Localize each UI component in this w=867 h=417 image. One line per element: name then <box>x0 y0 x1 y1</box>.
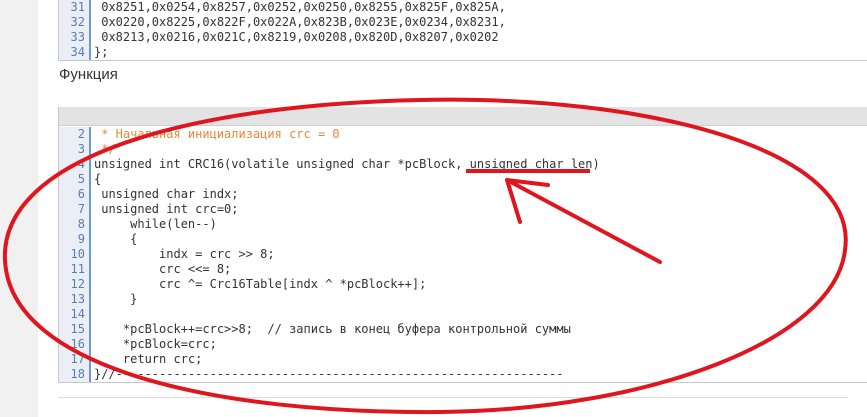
line-number: 3 <box>59 142 91 157</box>
code-line: 33 0x8213,0x0216,0x021C,0x8219,0x0208,0x… <box>59 30 867 45</box>
line-number: 15 <box>59 322 91 337</box>
line-number: 34 <box>59 45 91 60</box>
section-title: Функция <box>59 66 118 83</box>
code-line: 4 unsigned int CRC16(volatile unsigned ch… <box>59 157 867 172</box>
code-text: } <box>94 292 138 306</box>
code-line: 15 *pcBlock++=crc>>8; // запись в конец … <box>59 322 867 337</box>
code-text: }; <box>94 45 109 59</box>
code-line: 18}//-----------------------------------… <box>59 367 867 382</box>
code-line: 14 <box>59 307 867 322</box>
line-number: 32 <box>59 15 91 30</box>
line-number: 18 <box>59 367 91 382</box>
line-number: 12 <box>59 277 91 292</box>
code-line: 17 return crc; <box>59 352 867 367</box>
code-line: 6 unsigned char indx; <box>59 187 867 202</box>
code-text: crc <<= 8; <box>94 262 232 276</box>
code-line: 11 crc <<= 8; <box>59 262 867 277</box>
code-text: }//-------------------------------------… <box>94 367 564 381</box>
line-number: 5 <box>59 172 91 187</box>
code-line: 10 indx = crc >> 8; <box>59 247 867 262</box>
code-line: 13 } <box>59 292 867 307</box>
code-text: *pcBlock++=crc>>8; // запись в конец буф… <box>94 322 571 336</box>
code-text: 0x8213,0x0216,0x021C,0x8219,0x0208,0x820… <box>94 30 499 44</box>
divider <box>58 397 848 398</box>
code-line: 7 unsigned int crc=0; <box>59 202 867 217</box>
code-text: *pcBlock=crc; <box>94 337 217 351</box>
code-text: while(len--) <box>94 217 217 231</box>
code-line: 9 { <box>59 232 867 247</box>
line-number: 13 <box>59 292 91 307</box>
code-text: return crc; <box>94 352 203 366</box>
code-text: unsigned char indx; <box>94 187 239 201</box>
line-number: 16 <box>59 337 91 352</box>
code-block-function: 2 * Начальная инициализация crc = 0 3 */… <box>58 107 867 383</box>
code-line: 31 0x8251,0x0254,0x8257,0x0252,0x0250,0x… <box>59 0 867 15</box>
code-line: 2 * Начальная инициализация crc = 0 <box>59 127 867 142</box>
code-text: 0x8251,0x0254,0x8257,0x0252,0x0250,0x825… <box>94 0 506 14</box>
code-text: { <box>94 172 102 186</box>
line-number: 10 <box>59 247 91 262</box>
line-number: 14 <box>59 307 91 322</box>
line-number: 31 <box>59 0 91 15</box>
code-text: unsigned int crc=0; <box>94 202 239 216</box>
line-number: 11 <box>59 262 91 277</box>
code-text: * Начальная инициализация crc = 0 <box>94 127 340 141</box>
code-block-header <box>59 107 867 126</box>
code-line: 3 */ <box>59 142 867 157</box>
code-line: 16 *pcBlock=crc; <box>59 337 867 352</box>
line-number: 9 <box>59 232 91 247</box>
line-number: 17 <box>59 352 91 367</box>
line-number: 4 <box>59 157 91 172</box>
line-number: 33 <box>59 30 91 45</box>
code-text: crc ^= Crc16Table[indx ^ *pcBlock++]; <box>94 277 427 291</box>
code-line: 8 while(len--) <box>59 217 867 232</box>
code-line: 32 0x0220,0x8225,0x822F,0x022A,0x823B,0x… <box>59 15 867 30</box>
line-number: 6 <box>59 187 91 202</box>
code-text: indx = crc >> 8; <box>94 247 275 261</box>
code-block-table: 31 0x8251,0x0254,0x8257,0x0252,0x0250,0x… <box>58 0 867 61</box>
code-line: 5{ <box>59 172 867 187</box>
code-line: 12 crc ^= Crc16Table[indx ^ *pcBlock++]; <box>59 277 867 292</box>
line-number: 8 <box>59 217 91 232</box>
line-number: 2 <box>59 127 91 142</box>
code-text: */ <box>94 142 116 156</box>
code-text: { <box>94 232 138 246</box>
line-number: 7 <box>59 202 91 217</box>
code-text: 0x0220,0x8225,0x822F,0x022A,0x823B,0x023… <box>94 15 506 29</box>
code-line: 34}; <box>59 45 867 60</box>
code-text: unsigned int CRC16(volatile unsigned cha… <box>94 157 600 171</box>
